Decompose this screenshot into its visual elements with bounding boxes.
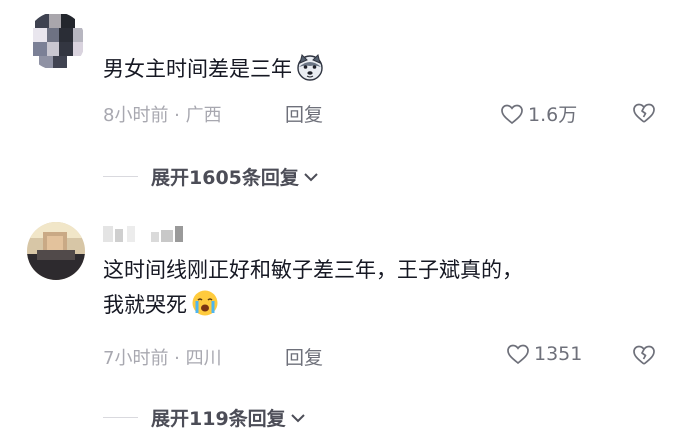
comment-text: 这时间线刚正好和敏子差三年，王子斌真的， 我就哭死	[103, 253, 663, 323]
chevron-down-icon	[304, 172, 318, 181]
like-button[interactable]: 1351	[506, 343, 582, 365]
expand-replies-button[interactable]: 展开119条回复	[103, 404, 306, 431]
comment-item: 这时间线刚正好和敏子差三年，王子斌真的， 我就哭死 7小时前 · 四川 回复 1…	[0, 200, 682, 434]
dislike-broken-heart-icon[interactable]	[631, 101, 657, 125]
chevron-down-icon	[290, 413, 305, 422]
like-count: 1.6万	[528, 104, 578, 126]
wolf-emoji-icon	[297, 54, 323, 81]
reply-button[interactable]: 回复	[285, 343, 323, 370]
like-button[interactable]: 1.6万	[500, 100, 577, 127]
comment-text-line: 这时间线刚正好和敏子差三年，王子斌真的，	[103, 258, 523, 282]
like-count: 1351	[534, 343, 583, 365]
avatar[interactable]	[27, 222, 85, 280]
avatar[interactable]	[27, 12, 85, 70]
crying-face-emoji-icon	[192, 290, 218, 316]
comment-meta: 7小时前 · 四川	[103, 348, 222, 369]
comment-meta: 8小时前 · 广西	[103, 105, 222, 126]
comment-text: 男女主时间差是三年	[103, 52, 324, 87]
comment-item: 男女主时间差是三年 8小时前 · 广西 回复 1.6万 展开1605条回复	[0, 0, 682, 200]
expand-replies-label: 展开119条回复	[151, 408, 286, 430]
divider	[103, 417, 138, 418]
expand-replies-label: 展开1605条回复	[151, 167, 299, 189]
dislike-broken-heart-icon[interactable]	[631, 343, 657, 367]
comment-text-line: 我就哭死	[103, 288, 663, 323]
expand-replies-button[interactable]: 展开1605条回复	[103, 163, 319, 190]
reply-button[interactable]: 回复	[285, 100, 323, 127]
heart-outline-icon	[507, 344, 529, 365]
heart-outline-icon	[501, 104, 523, 124]
divider	[103, 176, 138, 177]
